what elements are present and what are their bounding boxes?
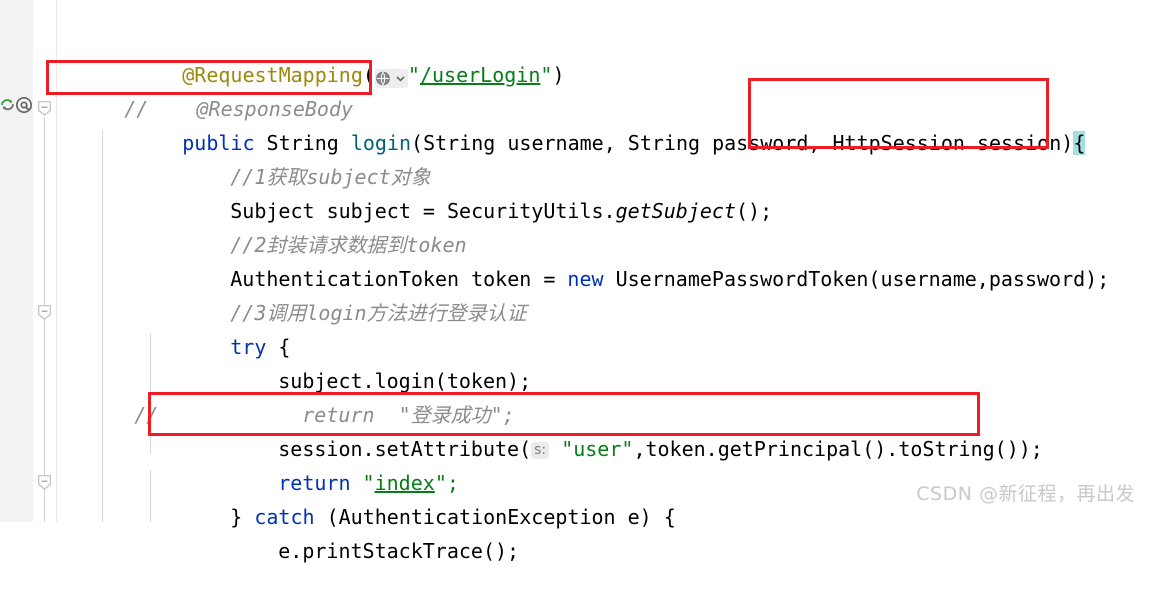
paren-open: ( (362, 63, 375, 87)
fold-marker-try[interactable] (38, 305, 51, 320)
fold-marker-method[interactable] (38, 101, 51, 116)
string-literal-user: "user" (561, 437, 634, 461)
fold-region-line-try (44, 325, 45, 522)
method-parameter-list: (String username, String password, HttpS… (411, 131, 1074, 155)
annotation-icon[interactable] (15, 96, 33, 118)
parameter-hint-s[interactable]: s: (531, 442, 550, 459)
space-after-hint (549, 437, 561, 461)
code-line-session-set-attribute[interactable]: session.setAttribute(s: "user",token.get… (206, 398, 1043, 461)
code-line-get-subject[interactable]: Subject subject = SecurityUtils.getSubje… (158, 160, 772, 223)
gutter-comment-slashes: // (134, 403, 159, 427)
fold-marker-catch[interactable] (38, 475, 51, 490)
static-method-get-subject[interactable]: getSubject (616, 199, 736, 223)
quote-open: " (407, 63, 420, 87)
code-line-try[interactable]: try { (158, 296, 290, 359)
url-literal-userlogin[interactable]: /userLogin (420, 63, 540, 87)
csdn-watermark: CSDN @新征程，再出发 (916, 483, 1135, 505)
code-line-subject-login[interactable]: subject.login(token); (206, 330, 531, 393)
code-text-area[interactable]: @RequestMapping( "/userLogin") // @Respo… (58, 0, 1149, 563)
code-line-method-signature[interactable]: public String login(String username, Str… (110, 92, 1086, 155)
token-get-principal-call: ,token.getPrincipal().toString()); (633, 437, 1043, 461)
code-line-print-stack-trace[interactable]: e.printStackTrace(); (206, 500, 519, 563)
paren-close: ) (552, 63, 565, 87)
username-password-token-ctor: UsernamePasswordToken(username,password)… (603, 267, 1110, 291)
editor-gutter[interactable] (0, 0, 34, 522)
call-parens: (); (735, 199, 773, 223)
code-line-new-token[interactable]: AuthenticationToken token = new Username… (158, 228, 1109, 291)
keyword-new: new (567, 267, 604, 291)
code-line-request-mapping[interactable]: @RequestMapping( "/userLogin") (110, 24, 564, 88)
code-line-comment-3: //3调用login方法进行登录认证 (158, 262, 526, 325)
gutter-icon-group (0, 94, 33, 122)
matched-brace-highlight: { (1073, 131, 1086, 155)
print-stack-trace-call: e.printStackTrace(); (278, 539, 520, 563)
override-method-icon[interactable] (0, 96, 16, 117)
code-line-comment-1: //1获取subject对象 (158, 126, 430, 189)
code-line-response-body-commented[interactable]: // @ResponseBody (52, 58, 353, 121)
code-line-comment-2: //2封装请求数据到token (158, 194, 466, 257)
url-mapping-globe-icon[interactable] (374, 69, 408, 88)
code-editor[interactable]: @RequestMapping( "/userLogin") // @Respo… (0, 0, 1149, 563)
quote-close: " (540, 63, 553, 87)
gutter-comment-marker: // (62, 364, 158, 427)
code-line-catch[interactable]: } catch (AuthenticationException e) { (158, 466, 676, 529)
code-line-return-success-commented: return "登录成功"; (230, 364, 514, 427)
code-line-return-index[interactable]: return "index"; (206, 432, 459, 495)
indent-guide-3 (150, 470, 151, 522)
